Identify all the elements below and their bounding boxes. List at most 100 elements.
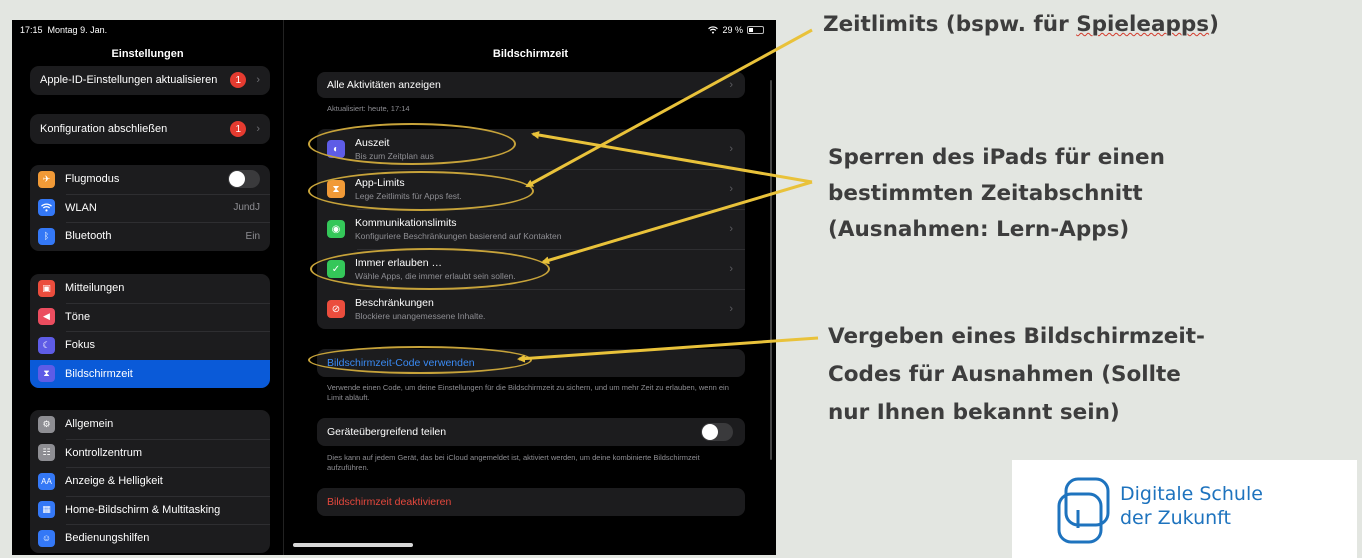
all-activity-row[interactable]: Alle Aktivitäten anzeigen › bbox=[317, 72, 745, 98]
general-group: ⚙ Allgemein ☷ Kontrollzentrum AA Anzeige… bbox=[30, 410, 270, 553]
apple-id-badge: 1 bbox=[230, 72, 247, 89]
share-label: Geräteübergreifend teilen bbox=[327, 426, 447, 438]
sidebar-item-fokus[interactable]: ☾ Fokus bbox=[30, 331, 270, 360]
logo-mark-icon bbox=[1057, 477, 1110, 544]
screen-time-detail: 29 % Bildschirmzeit Alle Aktivitäten anz… bbox=[285, 20, 776, 555]
config-badge: 1 bbox=[230, 121, 247, 137]
aa-icon: AA bbox=[38, 472, 55, 490]
chevron-right-icon: › bbox=[729, 303, 733, 315]
share-group: Geräteübergreifend teilen bbox=[317, 418, 745, 446]
connectivity-group: ✈ Flugmodus WLAN JundJ ᛒ Bluetooth Ein bbox=[30, 165, 270, 251]
sidebar-item-bildschirmzeit[interactable]: ⧗ Bildschirmzeit bbox=[30, 359, 270, 388]
notifications-group: ▣ Mitteilungen ◀ Töne ☾ Fokus ⧗ Bildschi… bbox=[30, 274, 270, 388]
settings-sidebar: 17:15 Montag 9. Jan. Einstellungen Apple… bbox=[12, 20, 284, 555]
passcode-group: Bildschirmzeit-Code verwenden bbox=[317, 349, 745, 377]
limits-group: ◐ Auszeit Bis zum Zeitplan aus › ⧗ App-L… bbox=[317, 129, 745, 329]
status-indicators: 29 % bbox=[708, 25, 764, 35]
chevron-right-icon: › bbox=[729, 79, 733, 91]
checkmark-icon: ✓ bbox=[327, 260, 345, 278]
app-limits-row[interactable]: ⧗ App-Limits Lege Zeitlimits für Apps fe… bbox=[317, 169, 745, 209]
switches-icon: ☷ bbox=[38, 444, 55, 462]
logo-text: Digitale Schule der Zukunft bbox=[1120, 483, 1263, 529]
airplane-mode-toggle[interactable] bbox=[228, 170, 260, 189]
contact-icon: ◉ bbox=[327, 220, 345, 238]
chevron-right-icon: › bbox=[729, 263, 733, 275]
moon-icon: ☾ bbox=[38, 336, 55, 354]
updated-note: Aktualisiert: heute, 17:14 bbox=[327, 104, 410, 113]
communication-limits-row[interactable]: ◉ Kommunikationslimits Konfiguriere Besc… bbox=[317, 209, 745, 249]
always-allowed-label: Immer erlauben … bbox=[355, 257, 442, 269]
communication-limits-label: Kommunikationslimits bbox=[355, 217, 457, 229]
hourglass-icon: ⧗ bbox=[327, 180, 345, 198]
chevron-right-icon: › bbox=[256, 123, 260, 135]
passcode-note: Verwende einen Code, um deine Einstellun… bbox=[327, 383, 729, 402]
restrictions-label: Beschränkungen bbox=[355, 297, 434, 309]
sidebar-item-anzeige[interactable]: AA Anzeige & Helligkeit bbox=[30, 467, 270, 496]
gear-icon: ⚙ bbox=[38, 415, 55, 433]
chevron-right-icon: › bbox=[729, 183, 733, 195]
sidebar-item-label: Mitteilungen bbox=[65, 282, 125, 295]
wifi-status-icon bbox=[708, 26, 719, 34]
all-activity-label: Alle Aktivitäten anzeigen bbox=[327, 79, 441, 91]
sidebar-item-allgemein[interactable]: ⚙ Allgemein bbox=[30, 410, 270, 439]
grid-icon: ▦ bbox=[38, 501, 55, 519]
all-activity-group: Alle Aktivitäten anzeigen › bbox=[317, 72, 745, 98]
downtime-icon: ◐ bbox=[327, 140, 345, 158]
sidebar-item-bluetooth[interactable]: ᛒ Bluetooth Ein bbox=[30, 222, 270, 251]
share-note: Dies kann auf jedem Gerät, das bei iClou… bbox=[327, 453, 700, 472]
sidebar-item-bedienungshilfen[interactable]: ☺ Bedienungshilfen bbox=[30, 524, 270, 553]
passcode-link[interactable]: Bildschirmzeit-Code verwenden bbox=[327, 357, 475, 369]
always-allowed-row[interactable]: ✓ Immer erlauben … Wähle Apps, die immer… bbox=[317, 249, 745, 289]
sidebar-item-label: Kontrollzentrum bbox=[65, 446, 143, 459]
downtime-sub: Bis zum Zeitplan aus bbox=[355, 151, 434, 161]
sidebar-title: Einstellungen bbox=[111, 48, 184, 60]
sidebar-item-home-bildschirm[interactable]: ▦ Home-Bildschirm & Multitasking bbox=[30, 495, 270, 525]
apple-id-group: Apple-ID-Einstellungen aktualisieren 1 › bbox=[30, 66, 270, 95]
sidebar-item-label: Bildschirmzeit bbox=[65, 367, 133, 380]
chevron-right-icon: › bbox=[729, 143, 733, 155]
sidebar-item-label: Fokus bbox=[65, 339, 95, 352]
sidebar-item-wlan[interactable]: WLAN JundJ bbox=[30, 193, 270, 223]
apple-id-update-row[interactable]: Apple-ID-Einstellungen aktualisieren 1 › bbox=[30, 66, 270, 95]
annotation-zeitlimits: Zeitlimits (bspw. für Spieleapps) bbox=[823, 12, 1219, 37]
restriction-icon: ⊘ bbox=[327, 300, 345, 318]
share-toggle[interactable] bbox=[701, 423, 733, 441]
accessibility-icon: ☺ bbox=[38, 529, 55, 547]
sidebar-item-label: Töne bbox=[65, 310, 91, 323]
chevron-right-icon: › bbox=[729, 223, 733, 235]
app-limits-sub: Lege Zeitlimits für Apps fest. bbox=[355, 191, 462, 201]
sidebar-item-flugmodus[interactable]: ✈ Flugmodus bbox=[30, 165, 270, 194]
sidebar-item-label: Allgemein bbox=[65, 418, 114, 431]
downtime-row[interactable]: ◐ Auszeit Bis zum Zeitplan aus › bbox=[317, 129, 745, 169]
status-time: 17:15 Montag 9. Jan. bbox=[20, 25, 108, 35]
airplane-icon: ✈ bbox=[38, 170, 55, 188]
battery-percent: 29 % bbox=[722, 25, 743, 35]
deactivate-link[interactable]: Bildschirmzeit deaktivieren bbox=[327, 496, 451, 508]
communication-limits-sub: Konfiguriere Beschränkungen basierend au… bbox=[355, 231, 562, 241]
restrictions-sub: Blockiere unangemessene Inhalte. bbox=[355, 311, 486, 321]
home-indicator bbox=[293, 543, 413, 547]
sidebar-item-label: Bedienungshilfen bbox=[65, 532, 150, 545]
sidebar-item-label: WLAN bbox=[65, 201, 97, 214]
bell-icon: ▣ bbox=[38, 279, 55, 297]
restrictions-row[interactable]: ⊘ Beschränkungen Blockiere unangemessene… bbox=[317, 289, 745, 329]
sidebar-item-kontrollzentrum[interactable]: ☷ Kontrollzentrum bbox=[30, 438, 270, 468]
annotation-vergeben: Vergeben eines Bildschirmzeit- Codes für… bbox=[828, 324, 1205, 425]
app-limits-label: App-Limits bbox=[355, 177, 405, 189]
config-row[interactable]: Konfiguration abschließen 1 › bbox=[30, 114, 270, 144]
sidebar-item-label: Bluetooth bbox=[65, 230, 112, 243]
battery-icon bbox=[747, 26, 764, 34]
config-group: Konfiguration abschließen 1 › bbox=[30, 114, 270, 144]
downtime-label: Auszeit bbox=[355, 137, 390, 149]
sidebar-item-mitteilungen[interactable]: ▣ Mitteilungen bbox=[30, 274, 270, 303]
deactivate-row[interactable]: Bildschirmzeit deaktivieren bbox=[317, 488, 745, 516]
scroll-indicator bbox=[770, 80, 772, 460]
always-allowed-sub: Wähle Apps, die immer erlaubt sein solle… bbox=[355, 271, 516, 281]
passcode-row[interactable]: Bildschirmzeit-Code verwenden bbox=[317, 349, 745, 377]
digitale-schule-logo: Digitale Schule der Zukunft bbox=[1012, 460, 1357, 558]
sidebar-item-label: Anzeige & Helligkeit bbox=[65, 475, 163, 488]
bluetooth-status-value: Ein bbox=[245, 230, 260, 242]
sidebar-item-label: Flugmodus bbox=[65, 173, 120, 186]
apple-id-update-label: Apple-ID-Einstellungen aktualisieren bbox=[40, 74, 218, 87]
sidebar-item-toene[interactable]: ◀ Töne bbox=[30, 302, 270, 332]
